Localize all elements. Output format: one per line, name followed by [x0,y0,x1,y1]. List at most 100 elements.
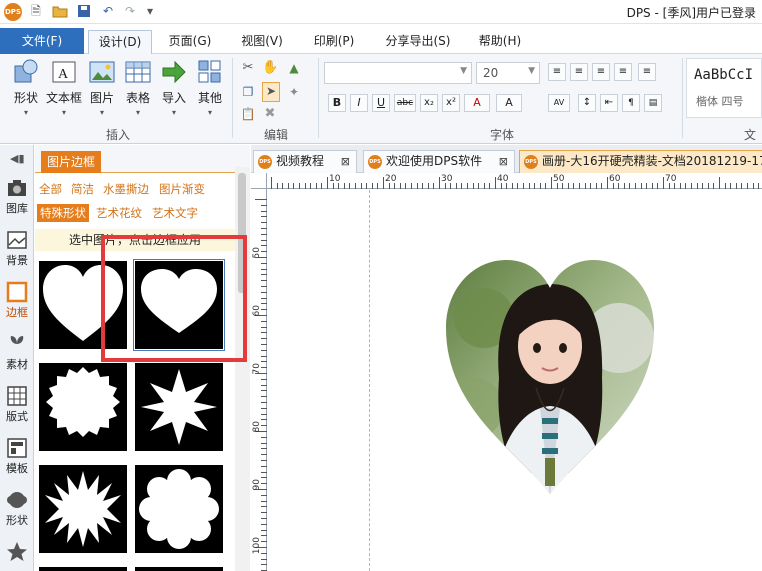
close-icon[interactable]: ⊠ [341,151,350,172]
frame-thumb-burst[interactable] [39,465,127,553]
category-art-text[interactable]: 艺术文字 [152,204,198,222]
tab-print[interactable]: 印刷(P) [304,30,364,54]
copy-icon[interactable]: ❐ [240,84,256,100]
redo-icon[interactable]: ↷ [122,3,138,19]
panel-scrollbar[interactable] [235,167,250,571]
doc-tab-album[interactable]: DPS 画册-大16开硬壳精装-文档20181219-1755 [519,150,762,173]
ruler-tick [691,183,692,189]
ruler-tick [629,183,631,189]
italic-button[interactable]: I [350,94,368,112]
scroll-thumb[interactable] [238,173,246,293]
other-button[interactable]: 其他 ▾ [194,58,226,117]
open-folder-icon[interactable] [52,3,68,19]
ruler-tick [261,286,267,287]
close-icon[interactable]: ⊠ [499,151,508,172]
file-menu-button[interactable]: 文件(F) [0,28,84,54]
hand-pan-icon[interactable]: ✋ [262,60,278,76]
ruler-number: 10 [329,174,341,184]
new-doc-icon[interactable]: 🗎 [28,3,44,19]
subscript-button[interactable]: x₂ [420,94,438,112]
align-right-button[interactable]: ≡ [592,63,610,81]
ruler-tick [517,183,519,189]
paste-icon[interactable]: 📋 [240,106,256,122]
tab-help[interactable]: 帮助(H) [470,30,530,54]
layout-grid-icon [7,386,27,406]
align-left-button[interactable]: ≡ [548,63,566,81]
font-color-button[interactable]: A [464,94,490,112]
ruler-tick [595,183,597,189]
ruler-number: 100 [252,537,262,555]
import-button[interactable]: 导入 ▾ [158,58,190,117]
category-special-shape[interactable]: 特殊形状 [37,204,89,222]
sidebar-item-layout[interactable]: 版式 [0,381,34,433]
group-separator [232,58,233,138]
delete-icon[interactable]: ✖ [262,106,278,122]
superscript-button[interactable]: x² [442,94,460,112]
frame-thumb-seal[interactable] [39,363,127,451]
ruler-tick [455,183,457,189]
tab-page[interactable]: 页面(G) [160,30,220,54]
collapse-panel-icon[interactable]: ◀▮ [10,152,25,165]
align-justify-button[interactable]: ≡ [614,63,632,81]
chevron-down-icon: ▾ [61,108,66,117]
select-pointer-icon[interactable]: ➤ [262,82,280,102]
shape-button[interactable]: 形状 ▾ [8,58,44,117]
bold-button[interactable]: B [328,94,346,112]
doc-tab-welcome[interactable]: DPS 欢迎使用DPS软件 ⊠ [363,150,515,173]
doc-tab-video-tutorial[interactable]: DPS 视频教程 ⊠ [253,150,357,173]
sidebar-item-background[interactable]: 背景 [0,225,34,277]
ruler-number: 40 [497,174,509,184]
sidebar-item-shape[interactable]: 形状 [0,485,34,537]
paragraph-button[interactable]: ¶ [622,94,640,112]
customize-caret-icon[interactable]: ▾ [142,3,158,19]
frame-thumb-flower[interactable] [135,465,223,553]
font-size-select[interactable]: 20 ▼ [476,62,540,84]
frame-thumb-partial[interactable] [39,567,127,571]
ruler-tick [261,384,267,386]
textbox-button[interactable]: A 文本框 ▾ [44,58,84,117]
indent-decrease-button[interactable]: ⇤ [600,94,618,112]
distribute-button[interactable]: ≡ [638,63,656,81]
text-frame-button[interactable]: ▤ [644,94,662,112]
category-simple[interactable]: 简洁 [71,180,94,198]
sidebar-item-materials[interactable]: 素材 [0,329,34,381]
sidebar-item-more[interactable] [0,537,34,571]
ruler-tick [663,177,664,189]
line-spacing-button[interactable]: ↕ [578,94,596,112]
picture-button[interactable]: 图片 ▾ [86,58,118,117]
category-ink-torn[interactable]: 水墨撕边 [103,180,149,198]
category-art-pattern[interactable]: 艺术花纹 [96,204,142,222]
format-brush-icon[interactable]: ✦ [286,84,302,100]
table-button[interactable]: 表格 ▾ [122,58,154,117]
font-shrink-button[interactable]: A [496,94,522,112]
ruler-tick [261,344,267,345]
frame-thumb-star[interactable] [135,363,223,451]
tab-view[interactable]: 视图(V) [232,30,292,54]
sidebar-item-template[interactable]: 模板 [0,433,34,485]
font-name-select[interactable]: ▼ [324,62,472,84]
image-tool-icon[interactable]: ▲ [286,60,302,76]
design-canvas[interactable]: 10 20 30 40 50 60 70 50 60 70 80 90 100 [251,173,762,571]
undo-icon[interactable]: ↶ [100,3,116,19]
char-spacing-button[interactable]: AV [548,94,570,112]
ruler-tick [261,204,267,206]
frame-thumb-heart-a[interactable] [39,261,127,349]
sidebar-item-border[interactable]: 边框 [0,277,34,329]
sidebar-item-gallery[interactable]: 图库 [0,173,34,225]
textbox-icon: A [52,61,76,83]
strikethrough-button[interactable]: abc [394,94,416,112]
text-style-gallery[interactable]: AaBbCcI 楷体 四号 [686,58,762,118]
frame-thumb-partial[interactable] [135,567,223,571]
category-gradient[interactable]: 图片渐变 [159,180,205,198]
heart-photo[interactable] [444,258,656,496]
tab-share-export[interactable]: 分享导出(S) [378,30,458,54]
category-all[interactable]: 全部 [39,180,62,198]
frame-thumb-heart-b[interactable] [133,259,225,351]
save-icon[interactable] [76,3,92,19]
ruler-tick [349,183,351,189]
ruler-tick [261,442,267,444]
align-center-button[interactable]: ≡ [570,63,588,81]
cut-icon[interactable]: ✂ [240,60,256,76]
underline-button[interactable]: U [372,94,390,112]
tab-design[interactable]: 设计(D) [88,30,152,54]
